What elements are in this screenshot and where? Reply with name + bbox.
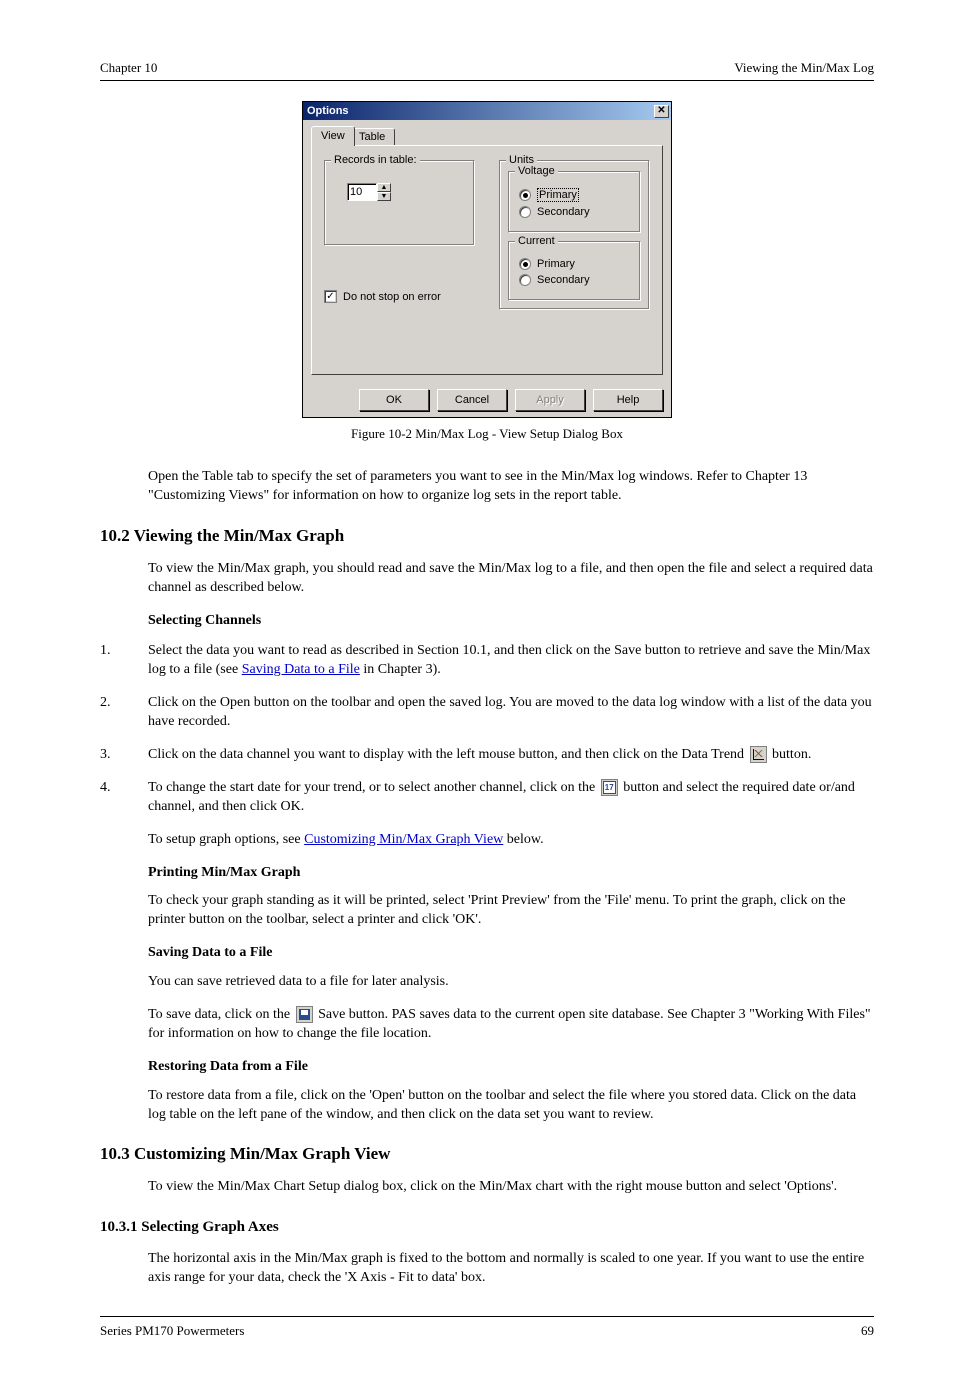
voltage-group-label: Voltage [515,165,558,177]
printing-heading: Printing Min/Max Graph [148,865,300,880]
printing-text: To check your graph standing as it will … [100,892,874,930]
voltage-secondary-label: Secondary [537,206,590,218]
current-secondary-label: Secondary [537,274,590,286]
customize-text: To setup graph options, see [148,832,304,847]
step2-text: Click on the Open button on the toolbar … [148,694,874,732]
save-icon [296,1006,313,1023]
titlebar: Options ✕ [303,102,671,120]
current-group-label: Current [515,235,558,247]
cancel-button[interactable]: Cancel [437,389,507,411]
section-10-2-title: 10.2 Viewing the Min/Max Graph [100,526,874,546]
figure-caption: Figure 10-2 Min/Max Log - View Setup Dia… [100,426,874,442]
close-icon[interactable]: ✕ [654,105,669,118]
restoring-heading: Restoring Data from a File [148,1059,308,1074]
data-trend-icon [750,746,767,763]
table-tab-paragraph: Open the Table tab to specify the set of… [100,468,874,506]
voltage-primary-radio[interactable] [519,189,531,201]
step3-tail: button. [772,747,811,762]
voltage-secondary-radio[interactable] [519,206,531,218]
dialog-figure: Options ✕ View Table Records in table: [100,101,874,418]
saving-heading: Saving Data to a File [148,945,272,960]
current-primary-radio[interactable] [519,258,531,270]
step-number-1: 1. [100,642,148,680]
header-rule [100,80,874,81]
section-10-3-1-title: 10.3.1 Selecting Graph Axes [100,1219,874,1236]
dialog-title: Options [307,105,349,117]
help-button[interactable]: Help [593,389,663,411]
saving-text-b: To save data, click on the [148,1007,294,1022]
footer-product: Series PM170 Powermeters [100,1323,244,1339]
selecting-channels-heading: Selecting Channels [148,613,261,628]
current-secondary-radio[interactable] [519,274,531,286]
stop-on-error-checkbox[interactable]: ✓ [324,290,337,303]
step4-text: To change the start date for your trend,… [148,780,599,795]
footer-rule: Series PM170 Powermeters 69 [100,1316,874,1339]
restoring-text: To restore data from a file, click on th… [100,1087,874,1125]
options-dialog: Options ✕ View Table Records in table: [302,101,672,418]
voltage-primary-label: Primary [537,188,579,202]
customize-link[interactable]: Customizing Min/Max Graph View [304,832,503,847]
ok-button[interactable]: OK [359,389,429,411]
date-picker-icon [601,779,618,796]
step1-text-b: in Chapter 3). [363,662,440,677]
customize-tail: below. [507,832,544,847]
apply-button: Apply [515,389,585,411]
saving-text-a: You can save retrieved data to a file fo… [100,973,874,992]
step3-text: Click on the data channel you want to di… [148,747,748,762]
current-primary-label: Primary [537,258,575,270]
records-input[interactable] [347,183,377,201]
spinner-up-icon[interactable]: ▲ [377,183,391,192]
section-10-2-intro: To view the Min/Max graph, you should re… [100,560,874,598]
step-number-4: 4. [100,779,148,817]
footer-page-number: 69 [861,1323,874,1339]
stop-on-error-label: Do not stop on error [343,291,441,303]
records-group-label: Records in table: [331,154,420,166]
section-10-3-1-text: The horizontal axis in the Min/Max graph… [100,1250,874,1288]
tab-view[interactable]: View [311,126,355,146]
tab-table[interactable]: Table [349,128,395,146]
step-number-2: 2. [100,694,148,732]
header-chapter: Chapter 10 [100,60,157,76]
header-section: Viewing the Min/Max Log [734,60,874,76]
step1-link[interactable]: Saving Data to a File [242,662,360,677]
step-number-3: 3. [100,746,148,765]
section-10-3-title: 10.3 Customizing Min/Max Graph View [100,1144,874,1164]
section-10-3-intro: To view the Min/Max Chart Setup dialog b… [100,1178,874,1197]
spinner-down-icon[interactable]: ▼ [377,192,391,201]
